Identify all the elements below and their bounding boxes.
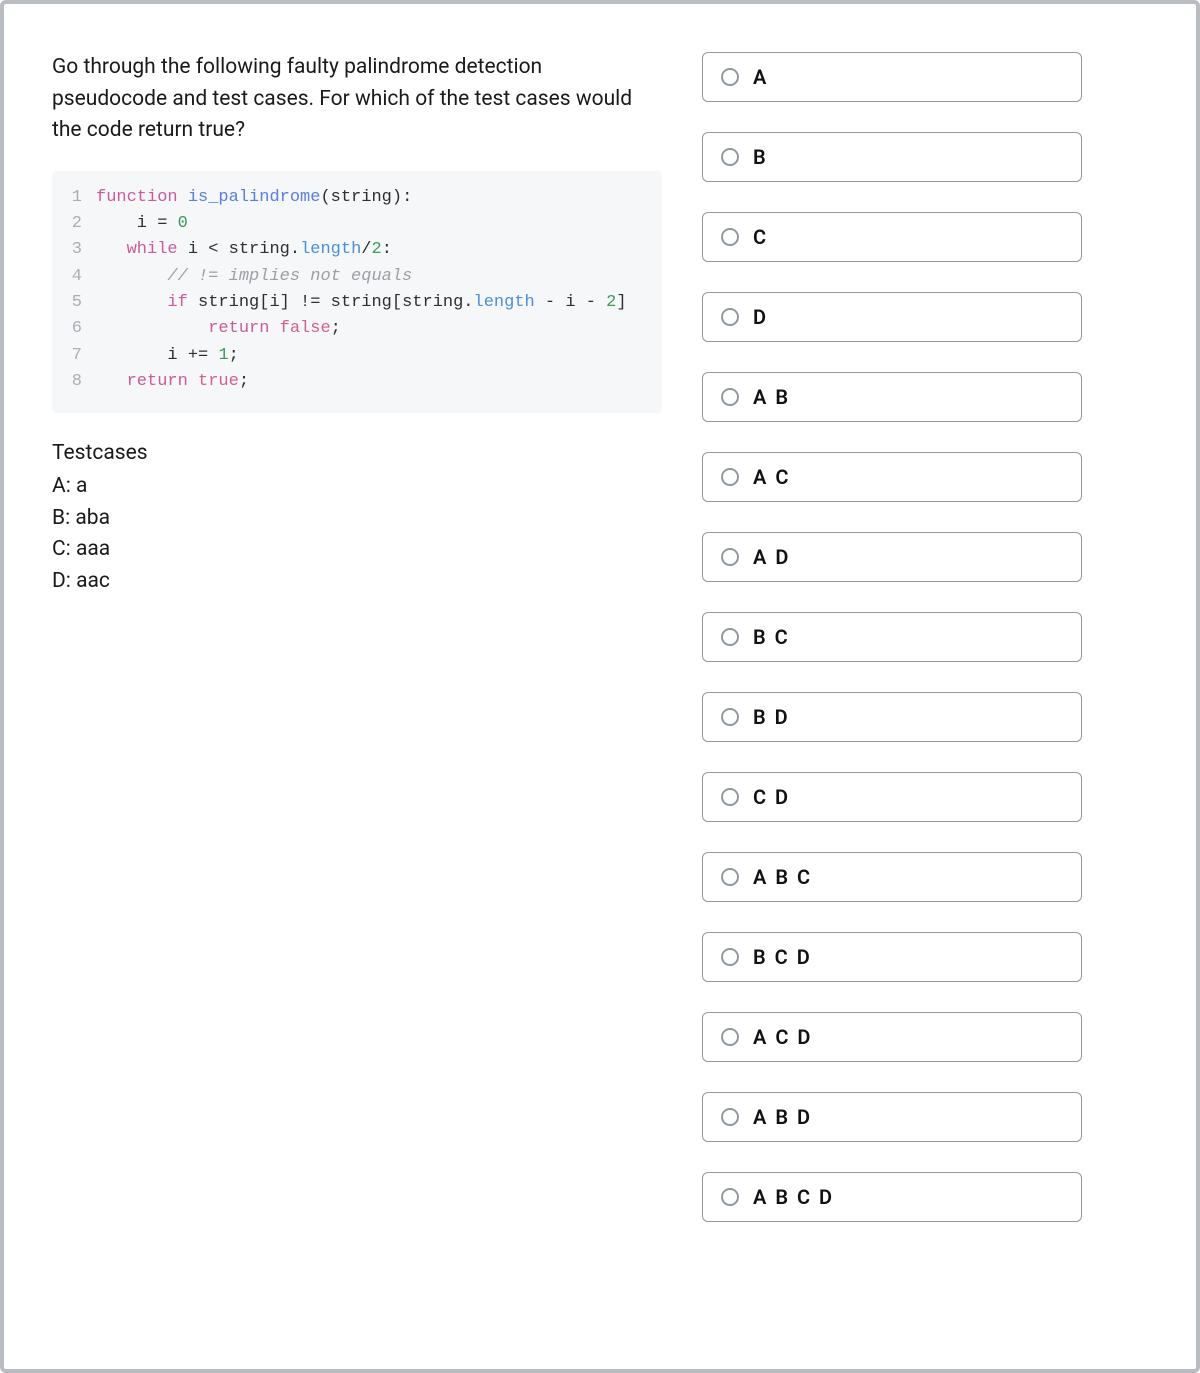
option-label: C D (753, 785, 790, 809)
answer-option[interactable]: A B C (702, 852, 1082, 902)
answer-option[interactable]: B C D (702, 932, 1082, 982)
testcases-title: Testcases (52, 441, 662, 465)
code-line: 8 return true; (52, 369, 644, 395)
code-content: // != implies not equals (96, 264, 412, 290)
radio-icon (721, 68, 739, 86)
code-content: i += 1; (96, 343, 239, 369)
code-content: while i < string.length/2: (96, 237, 392, 263)
line-number: 8 (52, 369, 82, 395)
answer-option[interactable]: B (702, 132, 1082, 182)
code-line: 4 // != implies not equals (52, 264, 644, 290)
answer-option[interactable]: A B D (702, 1092, 1082, 1142)
option-label: A B C D (753, 1185, 834, 1209)
radio-icon (721, 788, 739, 806)
answer-option[interactable]: B D (702, 692, 1082, 742)
line-number: 6 (52, 316, 82, 342)
code-content: i = 0 (96, 211, 188, 237)
testcase-line: D: aac (52, 566, 662, 598)
answer-option[interactable]: C (702, 212, 1082, 262)
options-column: A B C D A B A C A D B C B D C D A B C B C D A C D A B… (702, 52, 1082, 1321)
testcase-line: A: a (52, 471, 662, 503)
code-content: function is_palindrome(string): (96, 185, 412, 211)
answer-option[interactable]: A B (702, 372, 1082, 422)
radio-icon (721, 388, 739, 406)
option-label: B (753, 145, 768, 169)
code-line: 2 i = 0 (52, 211, 644, 237)
option-label: D (753, 305, 768, 329)
line-number: 2 (52, 211, 82, 237)
question-column: Go through the following faulty palindro… (52, 52, 662, 1321)
code-line: 6 return false; (52, 316, 644, 342)
answer-option[interactable]: D (702, 292, 1082, 342)
option-label: A (753, 65, 768, 89)
radio-icon (721, 708, 739, 726)
code-content: if string[i] != string[string.length - i… (96, 290, 627, 316)
quiz-container: Go through the following faulty palindro… (0, 0, 1200, 1373)
answer-option[interactable]: A C (702, 452, 1082, 502)
line-number: 5 (52, 290, 82, 316)
line-number: 7 (52, 343, 82, 369)
code-line: 3 while i < string.length/2: (52, 237, 644, 263)
radio-icon (721, 468, 739, 486)
answer-option[interactable]: B C (702, 612, 1082, 662)
option-label: A B C (753, 865, 812, 889)
answer-option[interactable]: A C D (702, 1012, 1082, 1062)
radio-icon (721, 308, 739, 326)
line-number: 3 (52, 237, 82, 263)
radio-icon (721, 1188, 739, 1206)
line-number: 4 (52, 264, 82, 290)
answer-option[interactable]: C D (702, 772, 1082, 822)
code-content: return true; (96, 369, 249, 395)
option-label: A D (753, 545, 790, 569)
option-label: B C D (753, 945, 812, 969)
option-label: A B (753, 385, 790, 409)
radio-icon (721, 228, 739, 246)
radio-icon (721, 548, 739, 566)
radio-icon (721, 1108, 739, 1126)
code-line: 1 function is_palindrome(string): (52, 185, 644, 211)
testcase-line: C: aaa (52, 534, 662, 566)
code-block: 1function is_palindrome(string):2 i = 03… (52, 171, 662, 414)
radio-icon (721, 148, 739, 166)
option-label: C (753, 225, 768, 249)
code-line: 7 i += 1; (52, 343, 644, 369)
answer-option[interactable]: A (702, 52, 1082, 102)
radio-icon (721, 1028, 739, 1046)
code-content: return false; (96, 316, 341, 342)
answer-option[interactable]: A B C D (702, 1172, 1082, 1222)
option-label: A C (753, 465, 790, 489)
answer-option[interactable]: A D (702, 532, 1082, 582)
option-label: B D (753, 705, 790, 729)
line-number: 1 (52, 185, 82, 211)
radio-icon (721, 628, 739, 646)
testcase-line: B: aba (52, 503, 662, 535)
question-text: Go through the following faulty palindro… (52, 52, 662, 147)
option-label: A C D (753, 1025, 812, 1049)
radio-icon (721, 868, 739, 886)
option-label: A B D (753, 1105, 812, 1129)
testcases-list: A: aB: abaC: aaaD: aac (52, 471, 662, 597)
code-line: 5 if string[i] != string[string.length -… (52, 290, 644, 316)
radio-icon (721, 948, 739, 966)
option-label: B C (753, 625, 790, 649)
